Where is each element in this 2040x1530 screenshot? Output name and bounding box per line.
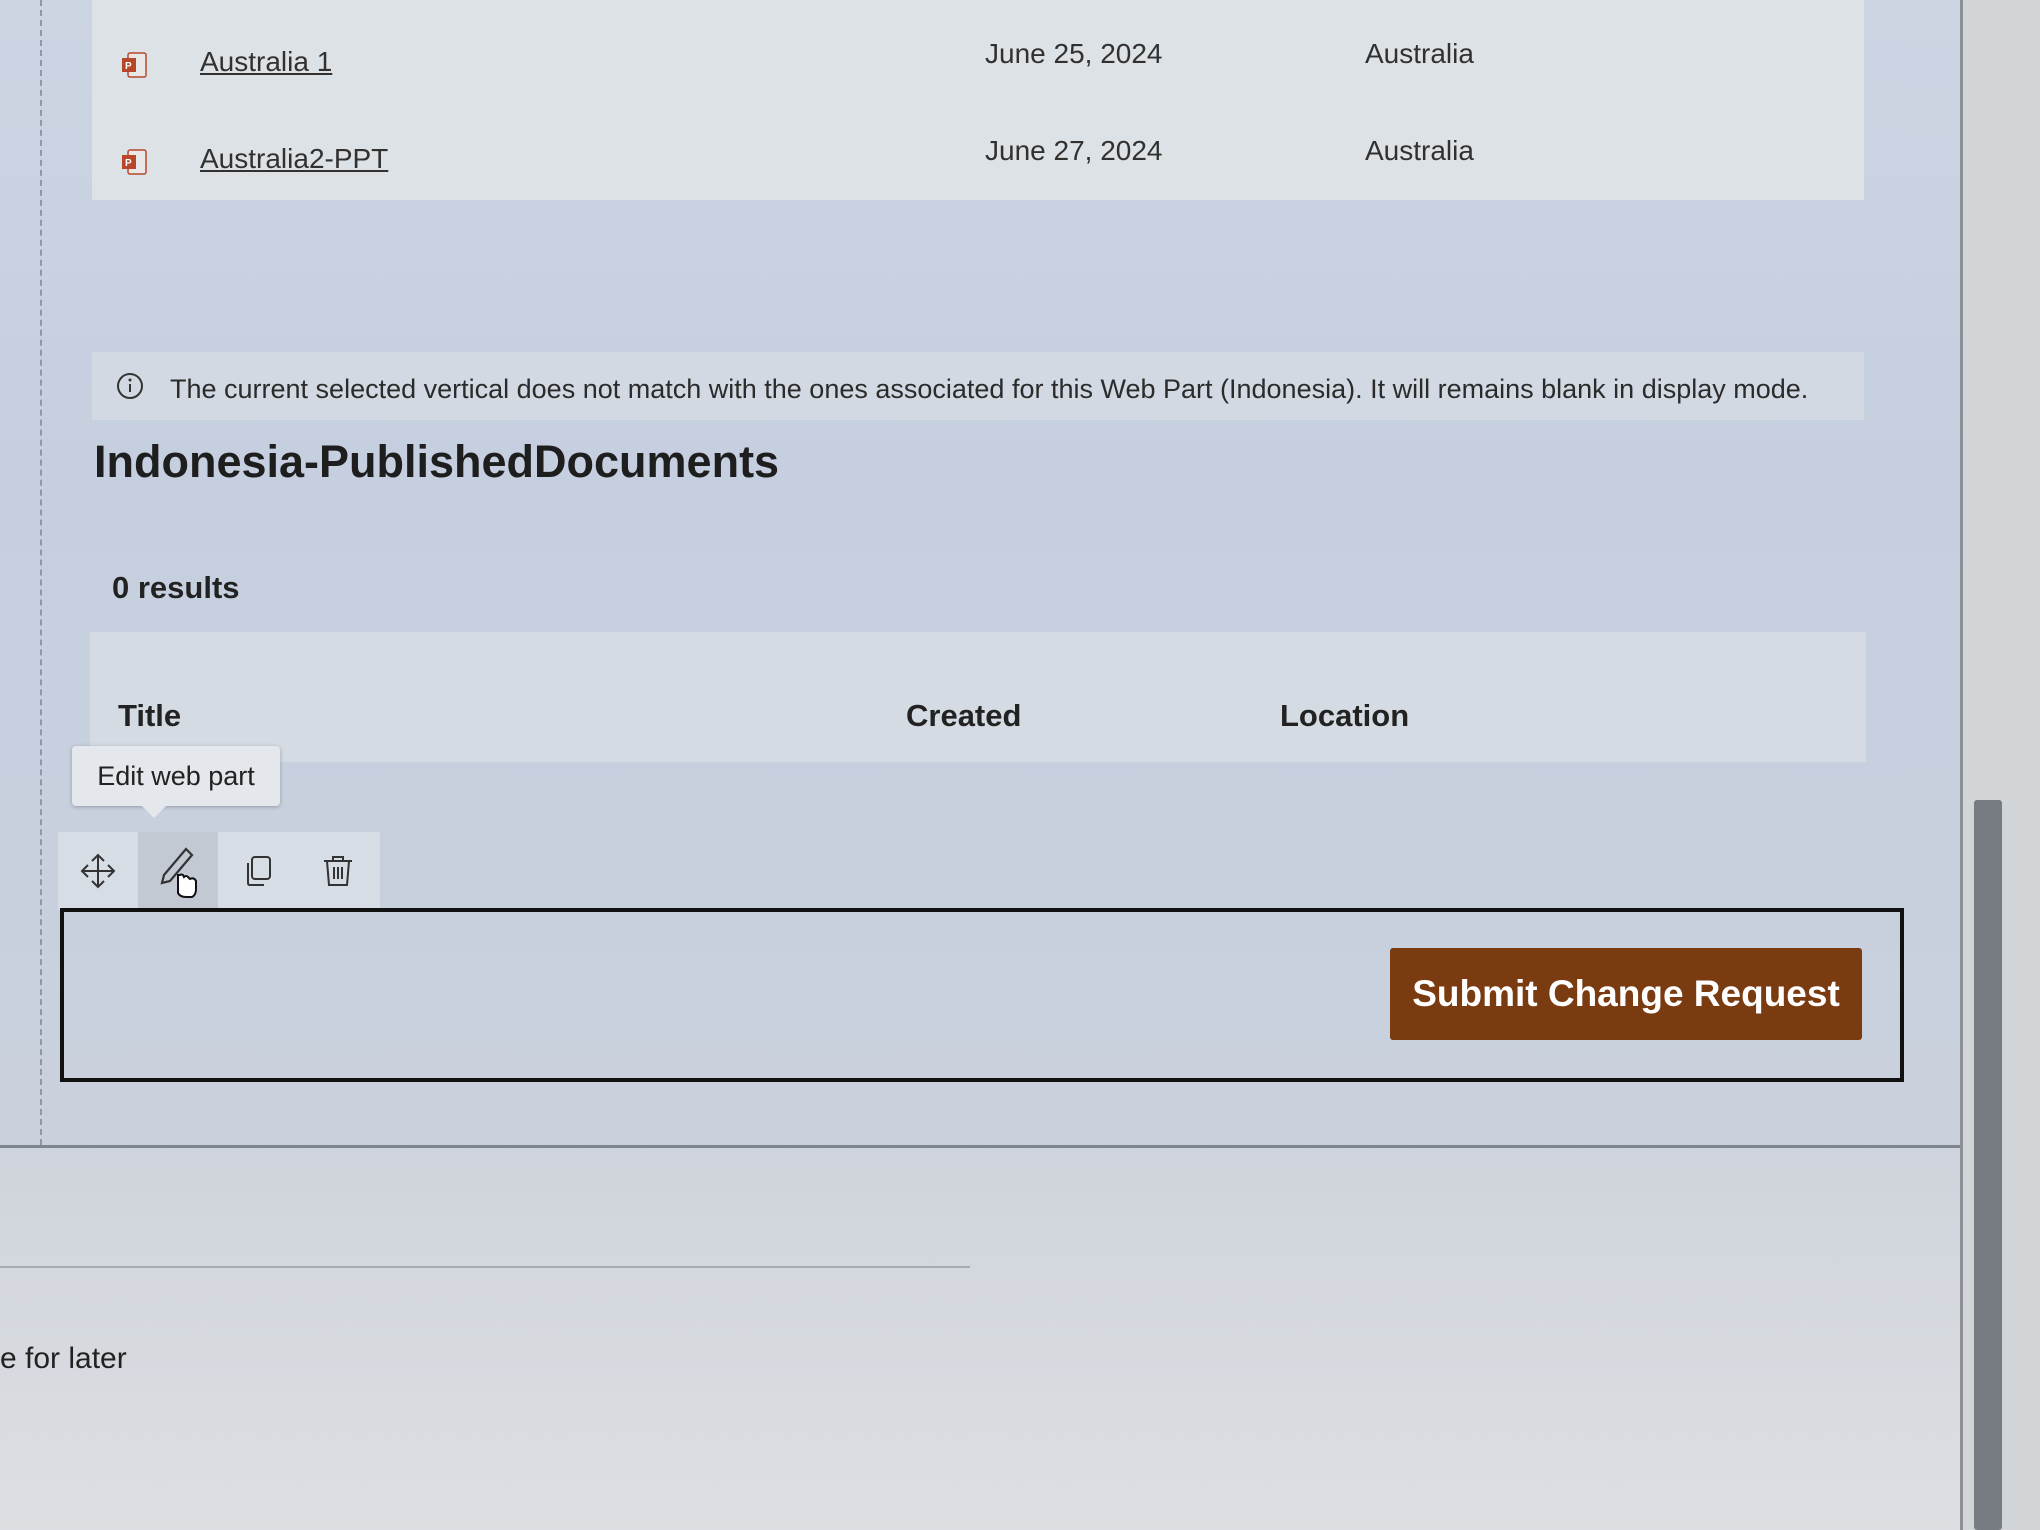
column-header-title[interactable]: Title [118,698,181,734]
edit-webpart-button[interactable] [138,832,218,910]
document-created-date: June 27, 2024 [985,135,1163,166]
info-icon [117,373,143,399]
page-canvas: P Australia 1 June 25, 2024 Australia P … [0,0,1960,1148]
submit-change-request-button[interactable]: Submit Change Request [1390,948,1862,1040]
document-title-link[interactable]: Australia2-PPT [200,143,388,175]
delete-trash-icon [324,856,352,886]
column-header-location[interactable]: Location [1280,698,1409,734]
info-message-text: The current selected vertical does not m… [170,374,1809,404]
divider [0,1266,970,1268]
powerpoint-file-icon: P [122,52,147,78]
webpart-toolbar [58,832,380,910]
edit-pencil-icon [160,847,197,898]
document-location: Australia [1365,135,1474,166]
powerpoint-file-icon: P [122,149,147,175]
move-button[interactable] [58,832,138,910]
document-location: Australia [1365,38,1474,69]
results-count: 0 results [112,570,240,605]
svg-text:P: P [125,158,132,169]
table-row[interactable]: P Australia 1 June 25, 2024 Australia [92,10,1864,100]
info-message-bar: The current selected vertical does not m… [92,352,1864,420]
document-created-date: June 25, 2024 [985,38,1163,69]
table-row[interactable]: P Australia2-PPT June 27, 2024 Australia [92,107,1864,197]
save-for-later-label[interactable]: e for later [0,1342,127,1376]
edit-webpart-tooltip: Edit web part [72,746,280,818]
duplicate-button[interactable] [218,832,298,910]
results-table-header: Title Created Location [90,632,1866,762]
move-icon [80,853,116,889]
scrollbar-thumb[interactable] [1974,800,2002,1530]
delete-button[interactable] [298,832,378,910]
document-title-link[interactable]: Australia 1 [200,46,332,78]
webpart-title: Indonesia-PublishedDocuments [94,436,780,487]
svg-text:P: P [125,61,132,72]
column-header-created[interactable]: Created [906,698,1021,734]
documents-table: P Australia 1 June 25, 2024 Australia P … [92,0,1864,200]
duplicate-icon [247,856,271,886]
